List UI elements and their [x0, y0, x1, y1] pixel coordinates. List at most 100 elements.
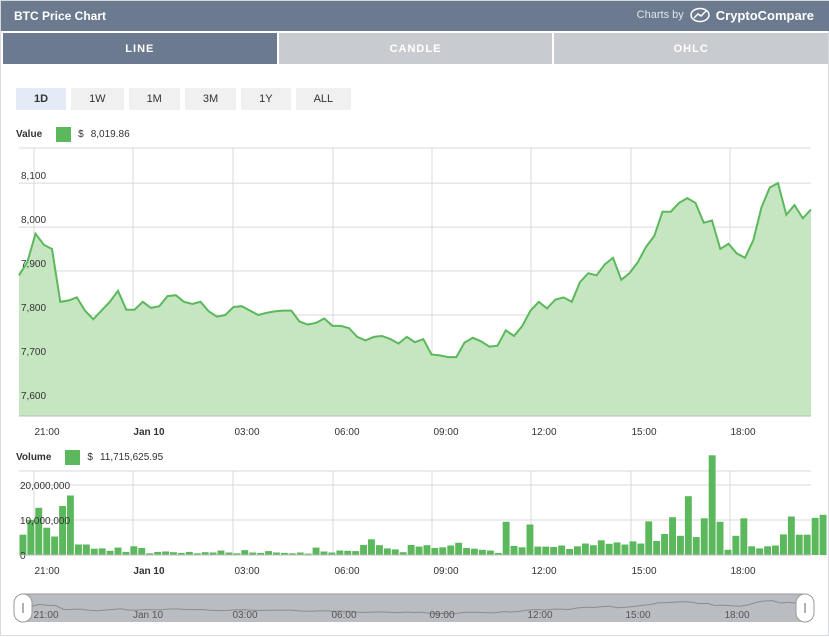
- volume-bar-78: [637, 543, 645, 555]
- price-area: [19, 183, 811, 416]
- volume-bar-61: [502, 521, 510, 556]
- volume-bar-25: [217, 550, 225, 555]
- volume-bar-40: [336, 550, 344, 555]
- price-x-tick-4: 09:00: [433, 427, 458, 438]
- volume-bar-41: [344, 550, 352, 555]
- volume-bar-91: [740, 518, 748, 556]
- volume-bar-98: [795, 534, 803, 555]
- volume-bar-69: [566, 549, 573, 555]
- volume-bar-75: [613, 542, 621, 555]
- volume-bar-99: [803, 534, 811, 555]
- volume-bar-62: [510, 545, 518, 555]
- volume-bar-80: [653, 541, 661, 555]
- price-y-tick-3: 7,900: [21, 259, 46, 270]
- volume-bar-72: [589, 545, 597, 555]
- volume-bar-11: [106, 550, 114, 555]
- volume-bar-90: [732, 535, 740, 556]
- volume-bar-3: [43, 527, 51, 555]
- volume-bar-4: [51, 536, 59, 555]
- volume-bar-63: [518, 547, 526, 555]
- navigator-label-4: 09:00: [429, 610, 454, 621]
- price-x-tick-7: 18:00: [730, 427, 755, 438]
- volume-bar-64: [526, 524, 534, 555]
- volume-bar-15: [138, 548, 146, 555]
- volume-x-tick-6: 15:00: [631, 566, 656, 577]
- volume-bar-14: [130, 546, 138, 556]
- volume-bar-38: [320, 551, 328, 555]
- volume-bar-96: [780, 534, 787, 555]
- volume-bar-68: [558, 545, 566, 555]
- volume-y-tick-0: 0: [20, 551, 26, 562]
- volume-bar-71: [581, 543, 589, 555]
- volume-bar-94: [764, 546, 771, 556]
- volume-bar-84: [684, 496, 692, 555]
- volume-bar-57: [471, 548, 478, 555]
- navigator-label-5: 12:00: [527, 610, 552, 621]
- volume-bar-44: [368, 539, 375, 556]
- volume-bar-55: [455, 542, 463, 556]
- price-x-tick-6: 15:00: [631, 427, 656, 438]
- volume-bar-87: [708, 455, 716, 556]
- price-y-tick-2: 7,800: [21, 303, 46, 314]
- price-y-tick-0: 7,600: [21, 391, 46, 402]
- volume-bar-50: [415, 546, 423, 555]
- volume-bar-31: [265, 551, 272, 555]
- navigator-label-3: 06:00: [331, 610, 356, 621]
- volume-bar-51: [423, 545, 431, 555]
- volume-bar-45: [376, 545, 383, 555]
- volume-bar-54: [447, 545, 455, 555]
- navigator-label-7: 18:00: [724, 610, 749, 621]
- volume-bar-82: [669, 517, 676, 555]
- volume-x-tick-7: 18:00: [730, 566, 755, 577]
- volume-x-tick-0: 21:00: [34, 566, 59, 577]
- volume-x-tick-3: 06:00: [334, 566, 359, 577]
- volume-bar-58: [479, 549, 486, 556]
- volume-bar-46: [383, 548, 391, 555]
- volume-bar-53: [439, 547, 447, 555]
- price-y-tick-4: 8,000: [21, 215, 46, 226]
- volume-bar-37: [312, 547, 320, 555]
- volume-bar-10: [98, 548, 106, 555]
- volume-bar-70: [574, 546, 581, 556]
- price-x-tick-5: 12:00: [531, 427, 556, 438]
- volume-bar-5: [59, 506, 66, 555]
- volume-bar-83: [677, 535, 684, 556]
- volume-bar-95: [772, 545, 779, 555]
- volume-bar-49: [407, 544, 415, 555]
- volume-bar-97: [787, 516, 795, 555]
- navigator-label-1: Jan 10: [133, 610, 163, 621]
- volume-bar-52: [431, 548, 439, 555]
- volume-bar-79: [645, 521, 653, 555]
- volume-bar-93: [756, 548, 764, 555]
- volume-bar-101: [819, 514, 827, 556]
- volume-bar-42: [352, 551, 360, 555]
- volume-bar-47: [391, 549, 399, 555]
- volume-bar-89: [724, 549, 732, 556]
- price-y-tick-5: 8,100: [21, 171, 46, 182]
- volume-bar-2: [35, 507, 43, 556]
- price-x-tick-0: 21:00: [34, 427, 59, 438]
- volume-x-tick-2: 03:00: [234, 566, 259, 577]
- volume-bar-67: [550, 547, 558, 555]
- volume-bar-56: [463, 548, 470, 555]
- price-x-tick-2: 03:00: [234, 427, 259, 438]
- volume-bar-18: [162, 551, 169, 555]
- price-y-tick-1: 7,700: [21, 347, 46, 358]
- volume-bar-8: [82, 544, 90, 555]
- volume-bar-43: [360, 544, 367, 555]
- volume-x-tick-4: 09:00: [433, 566, 458, 577]
- volume-bar-7: [75, 544, 82, 555]
- volume-bar-73: [597, 540, 605, 555]
- volume-bar-76: [621, 544, 629, 555]
- volume-bar-12: [114, 547, 122, 555]
- volume-bar-100: [811, 517, 819, 555]
- navigator-label-6: 15:00: [625, 610, 650, 621]
- volume-bar-59: [486, 550, 494, 555]
- price-x-tick-3: 06:00: [334, 427, 359, 438]
- chart-widget: BTC Price Chart Charts by CryptoCompare …: [0, 0, 829, 636]
- navigator-label-0: 21:00: [33, 610, 58, 621]
- volume-bar-28: [241, 550, 249, 555]
- volume-bar-81: [661, 534, 668, 555]
- chart-canvas: 7,600 7,700 7,800 7,900 8,000 8,100 21:00 Jan 1…: [13, 147, 827, 623]
- volume-bar-77: [629, 541, 637, 555]
